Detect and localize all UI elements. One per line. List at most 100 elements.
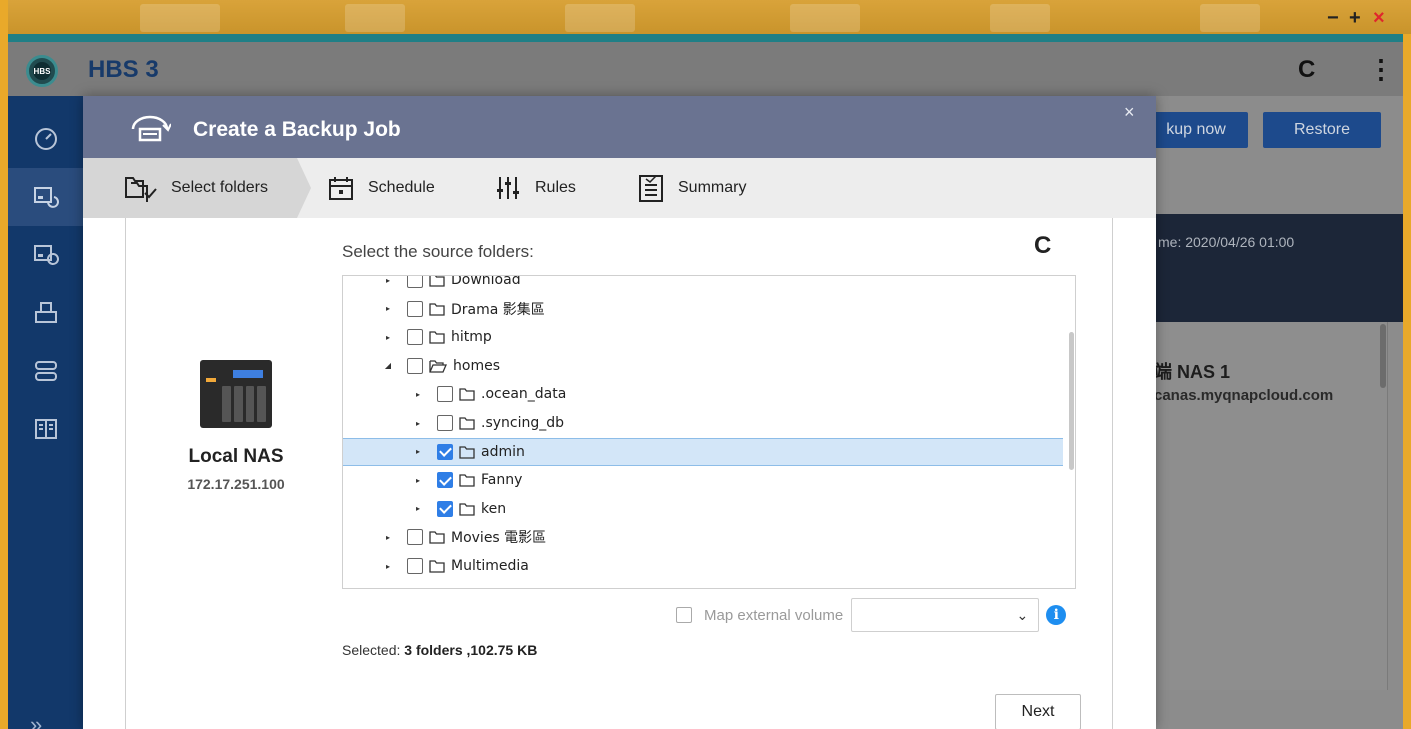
sidebar-expand-icon[interactable]: » <box>30 712 42 729</box>
dialog-close-icon[interactable]: × <box>1124 102 1135 123</box>
refresh-icon[interactable]: C <box>1034 232 1051 260</box>
sync-icon <box>33 245 59 265</box>
close-window-button[interactable]: × <box>1373 8 1385 28</box>
sidebar-item-services[interactable] <box>8 342 83 400</box>
folder-open-icon <box>429 359 447 373</box>
create-backup-job-dialog: Create a Backup Job × Select folders Sch… <box>83 96 1156 729</box>
folder-checkbox[interactable] <box>407 558 423 574</box>
map-external-label: Map external volume <box>704 606 844 624</box>
folder-name: Download <box>451 275 521 288</box>
backup-restore-icon <box>33 187 59 208</box>
folder-tree-row[interactable]: ▸ .syncing_db <box>343 409 1063 437</box>
nas-led <box>206 378 216 382</box>
collapsed-caret-icon[interactable]: ▸ <box>383 532 393 542</box>
collapsed-caret-icon[interactable]: ▸ <box>413 447 423 457</box>
collapsed-caret-icon[interactable]: ▸ <box>413 475 423 485</box>
folder-checkbox[interactable] <box>407 276 423 288</box>
collapsed-caret-icon[interactable]: ▸ <box>383 276 393 285</box>
collapsed-caret-icon[interactable]: ▸ <box>383 304 393 314</box>
folder-checkbox[interactable] <box>407 329 423 346</box>
background-scrollbar[interactable] <box>1380 324 1386 388</box>
nas-device-icon <box>200 360 272 428</box>
maximize-button[interactable]: + <box>1349 8 1361 28</box>
hbs-logo-icon: HBS <box>26 55 58 87</box>
sidebar: » <box>8 96 83 729</box>
folder-tree-row[interactable]: ▸ Download <box>343 275 1063 294</box>
folder-checkbox[interactable] <box>437 443 453 460</box>
folder-checkbox[interactable] <box>407 357 423 374</box>
source-nas-ip: 172.17.251.100 <box>187 476 285 492</box>
sidebar-item-dashboard[interactable] <box>8 110 83 168</box>
folder-icon <box>429 302 445 316</box>
desktop-app-icon <box>140 4 220 32</box>
folder-tree-row[interactable]: ▸ admin <box>343 437 1063 466</box>
desktop-app-icon <box>990 4 1050 32</box>
folder-checkbox[interactable] <box>437 415 453 431</box>
folder-checkbox[interactable] <box>437 386 453 403</box>
collapsed-caret-icon[interactable]: ▸ <box>383 332 393 342</box>
window-accent-bar <box>8 34 1403 42</box>
folder-icon <box>459 502 475 516</box>
header-refresh-icon[interactable]: C <box>1298 56 1315 84</box>
backup-job-icon <box>131 115 171 142</box>
expanded-caret-icon[interactable]: ◢ <box>383 361 393 371</box>
folder-name: ken <box>481 500 507 517</box>
logo-text: HBS <box>33 62 51 80</box>
desktop-app-icon <box>345 4 405 32</box>
folder-tree-row[interactable]: ▸ hitmp <box>343 323 1063 351</box>
map-external-checkbox[interactable] <box>676 607 692 623</box>
desktop-topbar: − + × <box>0 0 1411 34</box>
app-title: HBS 3 <box>88 56 159 83</box>
sidebar-item-storage[interactable] <box>8 284 83 342</box>
step-label: Summary <box>678 179 747 196</box>
folder-tree-row[interactable]: ▸ ken <box>343 495 1063 523</box>
next-button[interactable]: Next <box>995 694 1081 729</box>
folder-icon <box>459 445 475 459</box>
folder-checkbox[interactable] <box>437 472 453 489</box>
collapsed-caret-icon[interactable]: ▸ <box>413 418 423 428</box>
step-schedule[interactable]: Schedule <box>328 158 435 218</box>
sidebar-item-backup-restore[interactable] <box>8 168 83 226</box>
folder-name: homes <box>453 357 500 374</box>
sidebar-item-logs[interactable] <box>8 400 83 458</box>
source-nas-name: Local NAS <box>188 446 284 467</box>
selected-prefix: Selected: <box>342 642 401 658</box>
dialog-header: Create a Backup Job × <box>83 96 1156 158</box>
folder-checkbox[interactable] <box>407 529 423 546</box>
collapsed-caret-icon[interactable]: ▸ <box>413 504 423 514</box>
step-select-folders[interactable]: Select folders <box>83 158 311 218</box>
step-summary[interactable]: Summary <box>638 158 746 218</box>
desktop-left-edge <box>0 0 8 729</box>
folder-tree-row[interactable]: ▸ Fanny <box>343 466 1063 494</box>
folder-icon <box>459 473 475 487</box>
folder-name: Fanny <box>481 472 523 489</box>
folder-name: .ocean_data <box>481 386 567 403</box>
folder-tree-row[interactable]: ▸ .ocean_data <box>343 380 1063 408</box>
folder-name: admin <box>481 443 525 460</box>
folder-name: .syncing_db <box>481 415 565 431</box>
step-rules[interactable]: Rules <box>495 158 576 218</box>
header-more-icon[interactable]: ⋮ <box>1368 54 1394 85</box>
desktop-app-icon <box>790 4 860 32</box>
folder-tree-row[interactable]: ◢ homes <box>343 352 1063 380</box>
step-label: Select folders <box>171 179 268 196</box>
info-icon[interactable]: i <box>1046 605 1067 625</box>
selected-summary: Selected: 3 folders ,102.75 KB <box>342 642 537 658</box>
external-volume-select[interactable]: ⌄ <box>851 598 1040 632</box>
collapsed-caret-icon[interactable]: ▸ <box>413 389 423 399</box>
sidebar-item-sync[interactable] <box>8 226 83 284</box>
folder-tree: ▸ Download ▸ Drama 影集區 ▸ hitmp ◢ homes ▸ .ocean_d… <box>342 275 1076 589</box>
folder-name: Drama 影集區 <box>451 301 545 318</box>
folder-tree-row[interactable]: ▸ Movies 電影區 <box>343 523 1063 551</box>
restore-button[interactable]: Restore <box>1263 112 1381 148</box>
collapsed-caret-icon[interactable]: ▸ <box>383 561 393 571</box>
folder-tree-row[interactable]: ▸ Multimedia <box>343 552 1063 580</box>
folder-icon <box>459 416 475 430</box>
backup-now-button[interactable]: kup now <box>1144 112 1248 148</box>
folder-checkbox[interactable] <box>437 500 453 517</box>
logs-icon <box>34 419 57 439</box>
tree-scrollbar[interactable] <box>1069 332 1074 470</box>
minimize-button[interactable]: − <box>1327 8 1339 28</box>
folder-tree-row[interactable]: ▸ Drama 影集區 <box>343 295 1063 323</box>
folder-checkbox[interactable] <box>407 300 423 317</box>
